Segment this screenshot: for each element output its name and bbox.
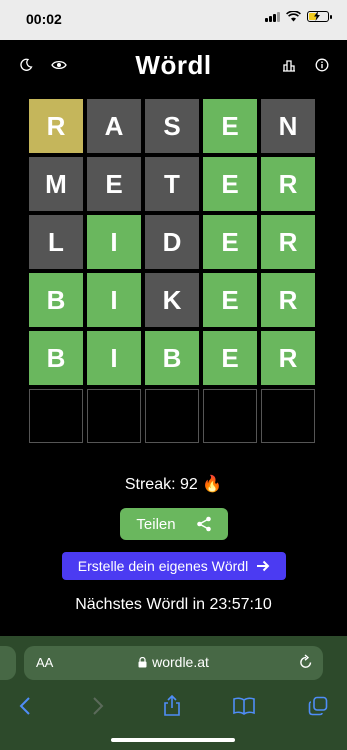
board-row: RASEN bbox=[29, 99, 319, 153]
home-indicator bbox=[111, 738, 235, 742]
browser-toolbar bbox=[0, 692, 347, 722]
letter-tile: I bbox=[87, 215, 141, 269]
letter-tile: E bbox=[203, 99, 257, 153]
letter-tile bbox=[145, 389, 199, 443]
game-board: RASENMETERLIDERBIKERBIBER bbox=[29, 99, 319, 447]
board-row: METER bbox=[29, 157, 319, 211]
letter-tile: E bbox=[203, 157, 257, 211]
letter-tile: M bbox=[29, 157, 83, 211]
lock-icon bbox=[138, 656, 147, 667]
letter-tile bbox=[87, 389, 141, 443]
create-wordl-label: Erstelle dein eigenes Wördl bbox=[77, 558, 249, 574]
letter-tile: I bbox=[87, 273, 141, 327]
letter-tile: N bbox=[261, 99, 315, 153]
back-icon[interactable] bbox=[13, 694, 37, 718]
letter-tile: T bbox=[145, 157, 199, 211]
letter-tile: I bbox=[87, 331, 141, 385]
next-wordl-countdown: Nächstes Wördl in 23:57:10 bbox=[75, 596, 272, 613]
tabs-icon[interactable] bbox=[306, 694, 330, 718]
signal-icon bbox=[265, 11, 280, 22]
statistics-icon[interactable] bbox=[280, 56, 298, 74]
app-header: Wördl bbox=[0, 40, 347, 90]
letter-tile: B bbox=[29, 273, 83, 327]
letter-tile: R bbox=[261, 273, 315, 327]
info-icon[interactable] bbox=[313, 56, 331, 74]
letter-tile: B bbox=[145, 331, 199, 385]
letter-tile: L bbox=[29, 215, 83, 269]
letter-tile: A bbox=[87, 99, 141, 153]
letter-tile: R bbox=[29, 99, 83, 153]
letter-tile: E bbox=[203, 215, 257, 269]
reload-icon[interactable] bbox=[299, 654, 313, 675]
letter-tile: B bbox=[29, 331, 83, 385]
status-time: 00:02 bbox=[26, 11, 62, 27]
board-row bbox=[29, 389, 319, 443]
letter-tile bbox=[203, 389, 257, 443]
wifi-icon bbox=[286, 11, 301, 22]
board-row: BIKER bbox=[29, 273, 319, 327]
share-label: Teilen bbox=[136, 515, 176, 533]
forward-icon[interactable] bbox=[86, 694, 110, 718]
letter-tile: S bbox=[145, 99, 199, 153]
arrow-right-icon bbox=[257, 560, 270, 572]
letter-tile: E bbox=[87, 157, 141, 211]
letter-tile bbox=[261, 389, 315, 443]
share-button[interactable]: Teilen bbox=[120, 508, 228, 540]
letter-tile: R bbox=[261, 331, 315, 385]
url-text: wordle.at bbox=[152, 654, 209, 670]
url-display[interactable]: wordle.at bbox=[24, 654, 323, 670]
letter-tile: K bbox=[145, 273, 199, 327]
letter-tile: D bbox=[145, 215, 199, 269]
share-icon bbox=[196, 516, 211, 532]
bookmarks-icon[interactable] bbox=[232, 694, 256, 718]
battery-icon bbox=[307, 11, 332, 22]
status-bar: 00:02 bbox=[0, 0, 347, 40]
letter-tile: E bbox=[203, 331, 257, 385]
create-wordl-button[interactable]: Erstelle dein eigenes Wördl bbox=[62, 552, 286, 580]
letter-tile bbox=[29, 389, 83, 443]
previous-tab[interactable] bbox=[0, 646, 16, 680]
status-icons bbox=[265, 11, 332, 22]
letter-tile: R bbox=[261, 215, 315, 269]
board-row: BIBER bbox=[29, 331, 319, 385]
board-row: LIDER bbox=[29, 215, 319, 269]
address-bar[interactable]: AA wordle.at bbox=[24, 646, 323, 680]
letter-tile: R bbox=[261, 157, 315, 211]
letter-tile: E bbox=[203, 273, 257, 327]
streak-text: Streak: 92 🔥 bbox=[124, 476, 223, 493]
safari-toolbar: AA wordle.at bbox=[0, 636, 347, 750]
share-page-icon[interactable] bbox=[160, 694, 184, 718]
